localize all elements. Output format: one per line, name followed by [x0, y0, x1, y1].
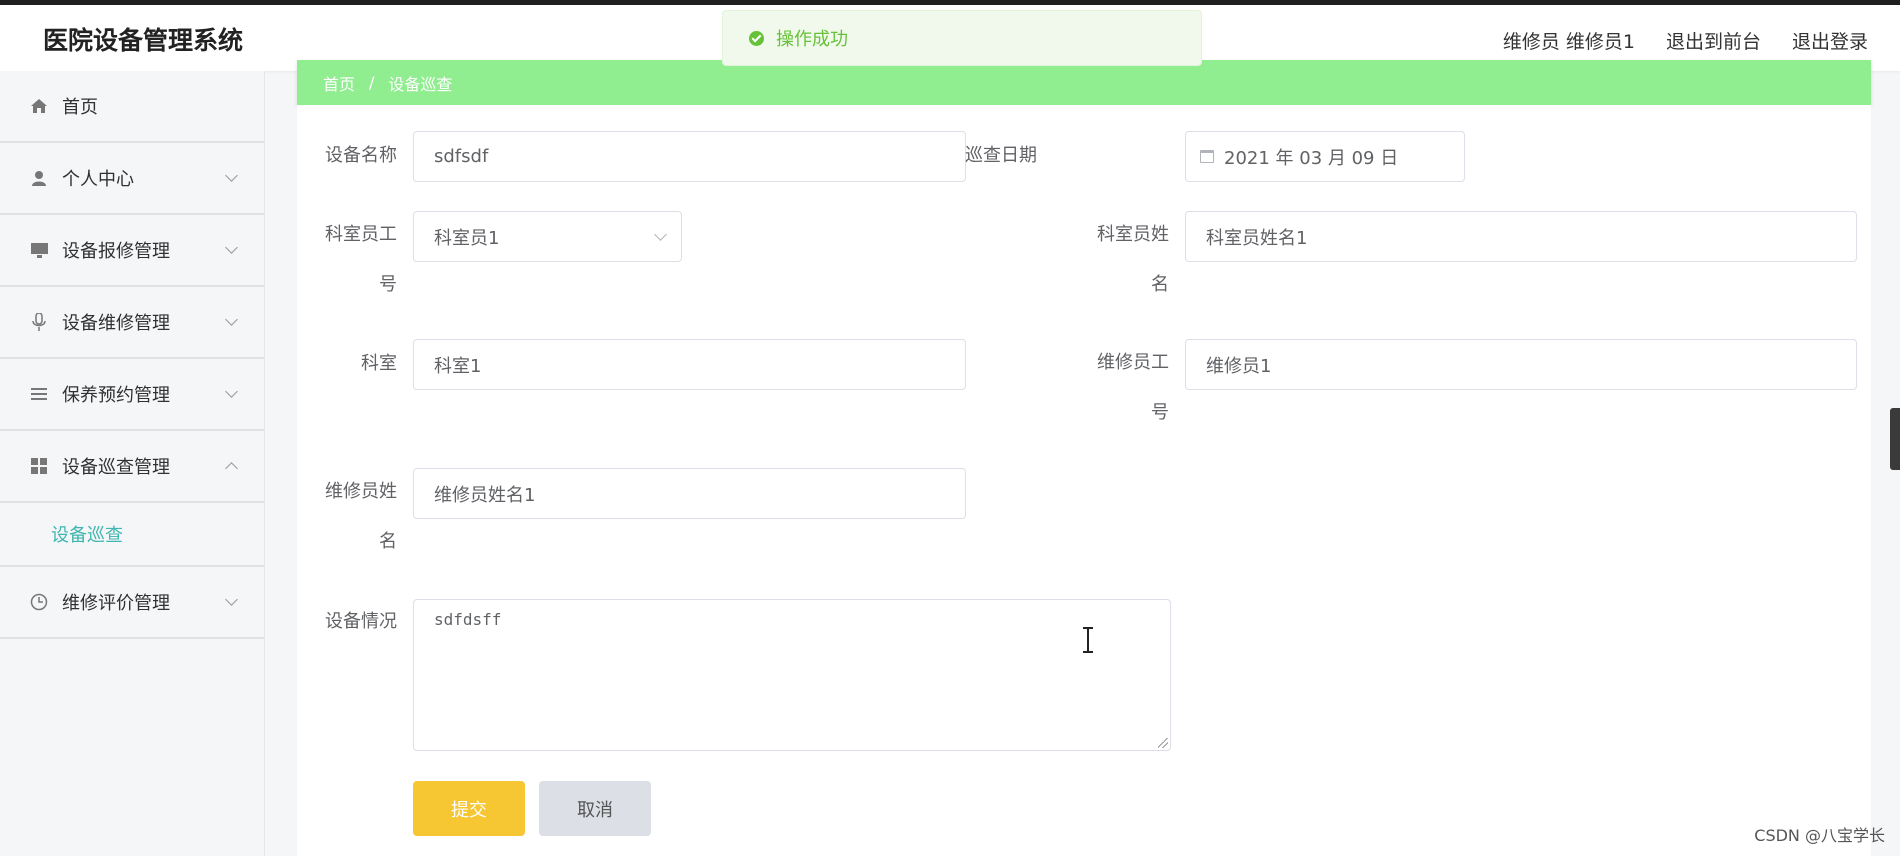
scrollbar-handle[interactable] [1890, 408, 1900, 470]
device-name-value: sdfsdf [434, 146, 489, 167]
sidebar-item-home[interactable]: 首页 [0, 71, 264, 143]
current-user-label: 维修员 维修员1 [1502, 31, 1635, 53]
breadcrumb-home[interactable]: 首页 [323, 71, 355, 95]
sidebar-item-maintenance-booking[interactable]: 保养预约管理 [0, 359, 264, 431]
device-name-label: 设备名称 [325, 145, 397, 166]
department-input[interactable]: 科室1 [413, 339, 966, 390]
chevron-down-icon [225, 241, 238, 254]
sidebar-item-label: 保养预约管理 [62, 385, 170, 406]
staff-id-label: 科室员工号 [325, 224, 397, 295]
chevron-down-icon [654, 228, 667, 241]
sidebar-subitem-inspection[interactable]: 设备巡查 [51, 521, 123, 547]
sidebar-item-repair-report[interactable]: 设备报修管理 [0, 215, 264, 287]
breadcrumb: 首页 / 设备巡查 [297, 60, 1871, 105]
home-icon [30, 97, 48, 115]
sidebar-item-label: 设备维修管理 [62, 313, 170, 334]
condition-label: 设备情况 [325, 611, 397, 632]
inspect-date-value: 2021 年 03 月 09 日 [1224, 147, 1399, 169]
condition-textarea[interactable]: sdfdsff [413, 599, 1171, 751]
repairer-id-label: 维修员工号 [1097, 352, 1169, 423]
sidebar-submenu-inspection: 设备巡查 [0, 503, 264, 567]
sidebar-item-label: 设备巡查管理 [62, 457, 170, 478]
sidebar-item-repair-review[interactable]: 维修评价管理 [0, 567, 264, 639]
chevron-down-icon [225, 169, 238, 182]
cancel-button[interactable]: 取消 [539, 781, 651, 836]
chevron-down-icon [225, 593, 238, 606]
toast-message: 操作成功 [776, 29, 848, 50]
header-user-menu: 维修员 维修员1 退出到前台 退出登录 [1503, 27, 1868, 54]
sidebar-item-label: 首页 [62, 97, 98, 118]
inspect-date-label: 巡查日期 [965, 145, 1037, 166]
breadcrumb-current: 设备巡查 [388, 74, 453, 94]
sidebar-item-personal-center[interactable]: 个人中心 [0, 143, 264, 215]
staff-name-label: 科室员姓名 [1097, 224, 1169, 295]
text-cursor-icon [1083, 627, 1093, 653]
logout-link[interactable]: 退出登录 [1792, 27, 1868, 54]
resize-handle-icon[interactable] [1158, 738, 1168, 748]
repairer-id-value: 维修员1 [1206, 355, 1272, 377]
staff-id-value: 科室员1 [434, 227, 500, 249]
inspect-date-picker[interactable]: 2021 年 03 月 09 日 [1185, 131, 1465, 182]
department-value: 科室1 [434, 355, 482, 377]
chevron-down-icon [225, 313, 238, 326]
sidebar-item-label: 设备报修管理 [62, 241, 170, 262]
form-panel: 设备名称 sdfsdf 巡查日期 2021 年 03 月 09 日 科室员工号 … [297, 105, 1871, 856]
success-toast: 操作成功 [722, 10, 1202, 66]
repairer-id-input[interactable]: 维修员1 [1185, 339, 1857, 390]
sidebar-item-label: 维修评价管理 [62, 593, 170, 614]
watermark: CSDN @八宝学长 [1754, 826, 1885, 845]
device-name-input[interactable]: sdfsdf [413, 131, 966, 182]
sidebar-item-label: 个人中心 [62, 169, 134, 190]
chevron-down-icon [225, 385, 238, 398]
staff-id-select[interactable]: 科室员1 [413, 211, 682, 262]
repairer-name-label: 维修员姓名 [325, 481, 397, 552]
condition-value: sdfdsff [434, 610, 502, 629]
back-to-frontend-link[interactable]: 退出到前台 [1666, 27, 1761, 54]
check-circle-icon [749, 30, 764, 46]
staff-name-input[interactable]: 科室员姓名1 [1185, 211, 1857, 262]
submit-button[interactable]: 提交 [413, 781, 525, 836]
sidebar-item-inspection-manage[interactable]: 设备巡查管理 [0, 431, 264, 503]
app-title: 医院设备管理系统 [43, 26, 244, 55]
department-label: 科室 [361, 353, 397, 374]
staff-name-value: 科室员姓名1 [1206, 227, 1308, 249]
grid-icon [30, 457, 48, 475]
calendar-icon [1200, 150, 1214, 163]
list-icon [30, 385, 48, 403]
clock-icon [30, 593, 48, 611]
sidebar-item-repair-manage[interactable]: 设备维修管理 [0, 287, 264, 359]
monitor-icon [30, 241, 48, 259]
microphone-icon [30, 313, 48, 331]
sidebar: 首页 个人中心 设备报修管理 设备维修管理 保养预约管理 设备巡查管理 设备巡查… [0, 71, 265, 856]
repairer-name-value: 维修员姓名1 [434, 484, 536, 506]
breadcrumb-separator: / [369, 73, 375, 92]
repairer-name-input[interactable]: 维修员姓名1 [413, 468, 966, 519]
user-icon [30, 169, 48, 187]
chevron-up-icon [225, 462, 238, 475]
